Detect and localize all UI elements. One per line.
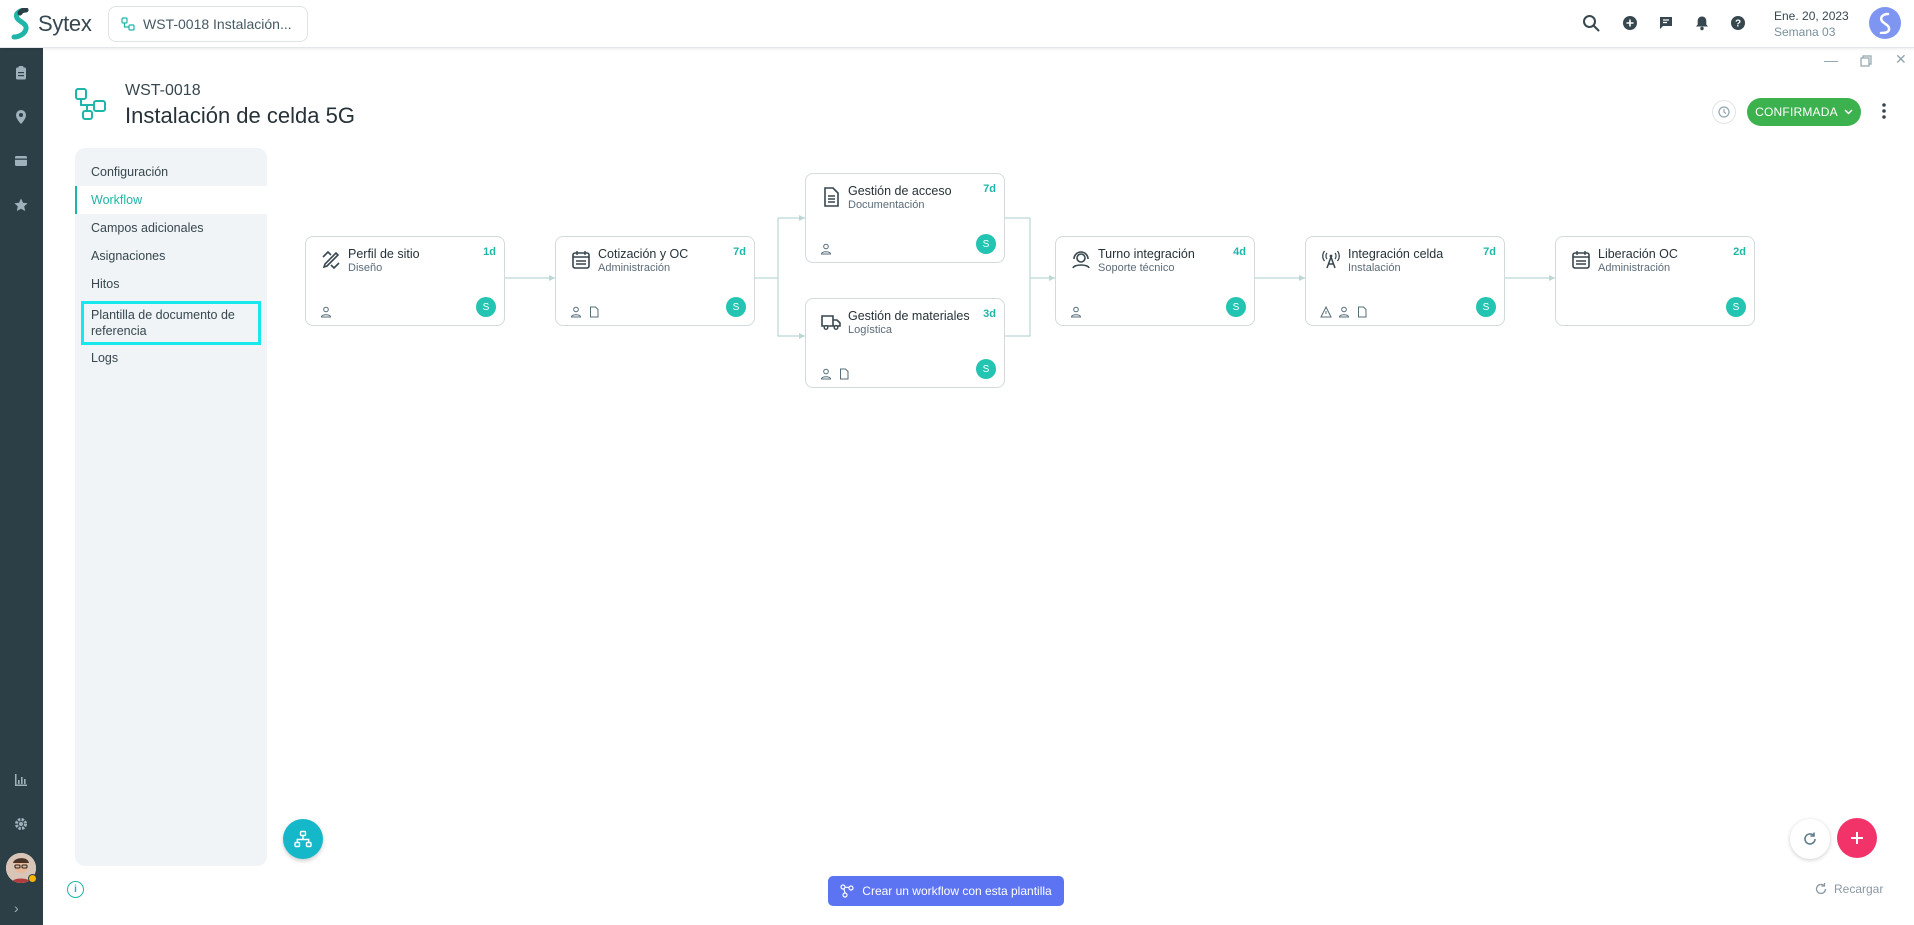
node-name: Integración celda (1348, 247, 1444, 261)
user-icon (1338, 305, 1350, 318)
node-footer-icons (1070, 305, 1082, 318)
pencil-ruler-icon (320, 249, 342, 271)
node-footer-icons (1320, 305, 1368, 318)
assignee-avatar[interactable]: S (726, 297, 746, 317)
node-duration: 2d (1733, 246, 1746, 258)
node-area: Instalación (1348, 262, 1401, 274)
user-icon (1070, 305, 1082, 318)
assignee-avatar[interactable]: S (976, 359, 996, 379)
support-agent-icon (1070, 249, 1092, 271)
document-icon (588, 305, 600, 318)
node-name: Gestión de materiales (848, 309, 970, 323)
workflow-node-integracion-celda[interactable]: Integración celda Instalación 7d S (1305, 236, 1505, 326)
assignee-avatar[interactable]: S (1226, 297, 1246, 317)
document-icon (820, 186, 842, 208)
node-area: Diseño (348, 262, 383, 274)
reload-icon (1815, 883, 1827, 895)
node-footer-icons (320, 305, 332, 318)
create-workflow-button[interactable]: Crear un workflow con esta plantilla (828, 876, 1064, 906)
node-name: Gestión de acceso (848, 184, 952, 198)
assignee-avatar[interactable]: S (476, 297, 496, 317)
assignee-avatar[interactable]: S (1476, 297, 1496, 317)
add-button[interactable] (1837, 818, 1877, 858)
user-icon (820, 242, 832, 255)
workflow-icon (840, 884, 854, 898)
node-duration: 3d (983, 308, 996, 320)
refresh-icon (1804, 832, 1816, 845)
node-name: Turno integración (1098, 247, 1195, 261)
workflow-node-turno-integracion[interactable]: Turno integración Soporte técnico 4d S (1055, 236, 1255, 326)
create-workflow-label: Crear un workflow con esta plantilla (862, 884, 1052, 898)
node-name: Liberación OC (1598, 247, 1678, 261)
document-icon (1356, 305, 1368, 318)
node-area: Logística (848, 324, 893, 336)
plus-icon (1851, 832, 1863, 844)
reload-label: Recargar (1834, 882, 1884, 896)
node-footer-icons (570, 305, 600, 318)
reload-link[interactable]: Recargar (1814, 882, 1883, 896)
workflow-node-cotizacion-oc[interactable]: Cotización y OC Administración 7d S (555, 236, 755, 326)
antenna-icon (1320, 249, 1342, 271)
workflow-node-liberacion-oc[interactable]: Liberación OC Administración 2d S (1555, 236, 1755, 326)
refresh-button[interactable] (1790, 819, 1830, 859)
node-duration: 1d (483, 246, 496, 258)
calendar-list-icon (1570, 249, 1592, 271)
document-icon (838, 367, 850, 380)
assignee-avatar[interactable]: S (1726, 297, 1746, 317)
workflow-node-gestion-materiales[interactable]: Gestión de materiales Logística 3d S (805, 298, 1005, 388)
node-duration: 4d (1233, 246, 1246, 258)
node-area: Documentación (848, 199, 925, 211)
warning-icon (1320, 305, 1332, 318)
hierarchy-icon (294, 830, 312, 848)
user-icon (570, 305, 582, 318)
node-area: Soporte técnico (1098, 262, 1175, 274)
node-name: Perfil de sitio (348, 247, 420, 261)
node-name: Cotización y OC (598, 247, 689, 261)
truck-icon (820, 311, 842, 333)
node-duration: 7d (733, 246, 746, 258)
assignee-avatar[interactable]: S (976, 234, 996, 254)
node-area: Administración (1598, 262, 1671, 274)
user-icon (820, 367, 832, 380)
user-icon (320, 305, 332, 318)
node-footer-icons (820, 242, 832, 255)
node-duration: 7d (1483, 246, 1496, 258)
app-root: › Sytex WST-0018 Instalación... ? Ene. 2… (0, 0, 1914, 925)
workflow-node-gestion-acceso[interactable]: Gestión de acceso Documentación 7d S (805, 173, 1005, 263)
node-area: Administración (598, 262, 671, 274)
workflow-node-perfil-de-sitio[interactable]: Perfil de sitio Diseño 1d S (305, 236, 505, 326)
calendar-list-icon (570, 249, 592, 271)
workflow-connectors (505, 215, 1555, 339)
node-duration: 7d (983, 183, 996, 195)
diagram-view-button[interactable] (283, 819, 323, 859)
info-icon[interactable]: i (67, 881, 84, 898)
node-footer-icons (820, 367, 850, 380)
